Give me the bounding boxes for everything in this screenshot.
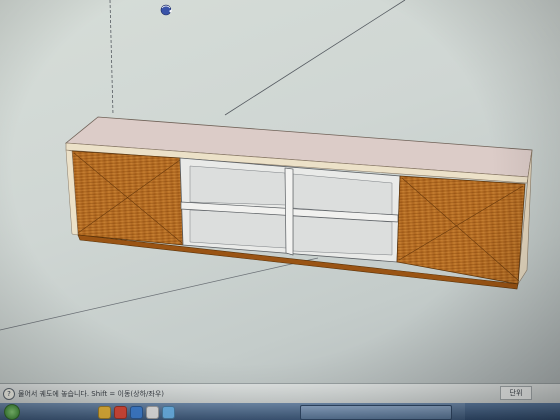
- windows-taskbar: [0, 403, 560, 420]
- shelf-back-lower-left: [189, 209, 287, 249]
- center-divider[interactable]: [284, 167, 294, 256]
- quicklaunch-icon-2[interactable]: [114, 406, 127, 419]
- quicklaunch-icon-5[interactable]: [162, 406, 175, 419]
- start-orb-icon[interactable]: [4, 404, 20, 420]
- status-hint-text: 물어서 궤도에 놓습니다. Shift = 이동(상하/좌우): [18, 390, 164, 398]
- help-icon[interactable]: ?: [3, 388, 15, 400]
- axis-line-horizon: [224, 0, 406, 116]
- quicklaunch-icon-1[interactable]: [98, 406, 111, 419]
- units-field-label[interactable]: 단위: [500, 386, 532, 400]
- quicklaunch-icon-4[interactable]: [146, 406, 159, 419]
- axis-line-vertical: [109, 0, 114, 116]
- axis-line-ground: [0, 257, 319, 331]
- system-tray: [465, 403, 560, 420]
- sketchup-window: ? 물어서 궤도에 놓습니다. Shift = 이동(상하/좌우) 단위: [0, 0, 560, 420]
- status-bar: ? 물어서 궤도에 놓습니다. Shift = 이동(상하/좌우) 단위: [0, 383, 560, 404]
- taskbar-window-button[interactable]: [300, 405, 452, 420]
- quicklaunch-icon-3[interactable]: [130, 406, 143, 419]
- shelf-back-lower-right: [292, 215, 393, 256]
- orbit-cursor-icon: [160, 4, 172, 16]
- shelf-back-upper-left: [189, 165, 287, 206]
- 3d-viewport[interactable]: [0, 0, 560, 420]
